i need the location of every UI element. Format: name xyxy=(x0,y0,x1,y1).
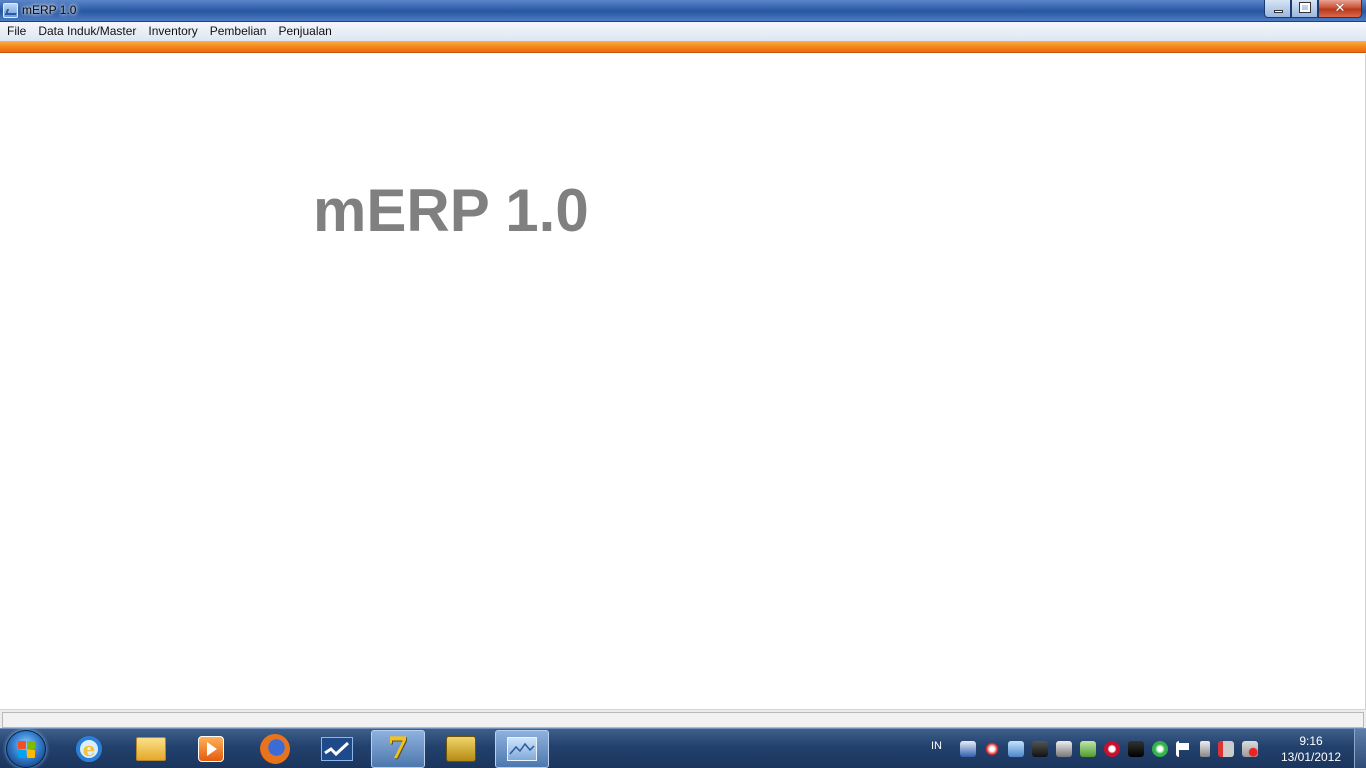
restore-icon xyxy=(1299,2,1311,13)
database-app-icon xyxy=(446,736,476,762)
seven-app-icon: 7 xyxy=(387,731,409,766)
windows-logo-icon xyxy=(27,750,35,758)
main-content: mERP 1.0 xyxy=(0,54,1366,709)
merp-app-icon xyxy=(507,737,537,761)
taskbar-seven-app[interactable]: 7 xyxy=(371,730,425,768)
menu-bar: File Data Induk/Master Inventory Pembeli… xyxy=(0,22,1366,41)
taskbar-media-player[interactable] xyxy=(184,730,238,768)
antivirus-icon[interactable] xyxy=(960,741,976,757)
taskbar-windows-explorer[interactable] xyxy=(124,730,178,768)
tools-icon[interactable] xyxy=(1056,741,1072,757)
splash-title: mERP 1.0 xyxy=(313,177,589,244)
app-icon[interactable] xyxy=(3,3,18,18)
chart-glyph-icon xyxy=(509,742,535,755)
show-desktop-button[interactable] xyxy=(1354,729,1366,768)
drive-icon[interactable] xyxy=(1080,741,1096,757)
minimize-icon xyxy=(1274,10,1283,13)
firefox-icon xyxy=(260,734,290,764)
windows-explorer-icon xyxy=(136,737,166,761)
accent-bar xyxy=(0,41,1366,53)
restore-button[interactable] xyxy=(1291,0,1318,18)
close-icon: ✕ xyxy=(1334,1,1346,16)
display-icon[interactable] xyxy=(1008,741,1024,757)
start-button[interactable] xyxy=(6,730,46,768)
menu-pembelian[interactable]: Pembelian xyxy=(205,22,274,41)
monitor-icon[interactable] xyxy=(1128,741,1144,757)
close-button[interactable]: ✕ xyxy=(1318,0,1362,18)
clock[interactable]: 9:16 13/01/2012 xyxy=(1276,733,1346,765)
taskbar-app-wave[interactable] xyxy=(310,730,364,768)
window-title: mERP 1.0 xyxy=(22,3,77,17)
minimize-button[interactable] xyxy=(1264,0,1291,18)
system-tray xyxy=(960,741,1258,757)
media-player-icon xyxy=(198,736,224,762)
wave-glyph-icon xyxy=(324,741,350,757)
action-center-flag-icon[interactable] xyxy=(1176,741,1192,757)
clock-date: 13/01/2012 xyxy=(1280,750,1342,764)
taskbar-merp-app[interactable] xyxy=(495,730,549,768)
taskbar-database-app[interactable] xyxy=(434,730,488,768)
menu-file[interactable]: File xyxy=(2,22,33,41)
internet-explorer-icon: e xyxy=(76,736,102,762)
windows-logo-icon xyxy=(18,750,26,758)
title-bar[interactable]: mERP 1.0 ✕ xyxy=(0,0,1366,22)
signal-strength-icon[interactable] xyxy=(1218,741,1234,757)
status-panel xyxy=(2,712,1364,728)
taskbar-firefox[interactable] xyxy=(248,730,302,768)
volume-muted-icon[interactable] xyxy=(1242,741,1258,757)
language-indicator[interactable]: IN xyxy=(931,740,942,752)
menu-inventory[interactable]: Inventory xyxy=(143,22,204,41)
menu-penjualan[interactable]: Penjualan xyxy=(273,22,338,41)
clock-time: 9:16 xyxy=(1299,734,1323,748)
status-bar xyxy=(0,709,1366,730)
opera-icon[interactable] xyxy=(1104,741,1120,757)
windows-logo-icon xyxy=(18,741,26,749)
device-icon[interactable] xyxy=(1032,741,1048,757)
app-wave-icon xyxy=(321,737,353,761)
sync-icon[interactable] xyxy=(1152,741,1168,757)
window-controls: ✕ xyxy=(1264,0,1362,18)
battery-icon[interactable] xyxy=(1200,741,1210,757)
menu-data-induk-master[interactable]: Data Induk/Master xyxy=(33,22,143,41)
taskbar-internet-explorer[interactable]: e xyxy=(62,730,116,768)
windows-logo-icon xyxy=(27,741,35,749)
network-icon[interactable] xyxy=(984,741,1000,757)
